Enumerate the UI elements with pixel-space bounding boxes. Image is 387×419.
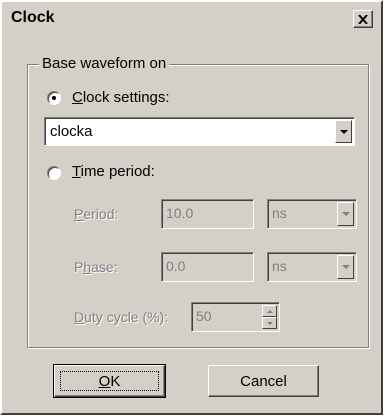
period-value: 10.0: [166, 205, 194, 221]
ok-button[interactable]: OK: [53, 364, 166, 398]
cancel-button[interactable]: Cancel: [208, 365, 319, 397]
phase-value: 0.0: [166, 258, 186, 274]
spin-up-button[interactable]: [262, 305, 277, 317]
period-input[interactable]: 10.0: [161, 199, 254, 229]
phase-unit-value: ns: [272, 258, 287, 274]
clock-select-value: clocka: [50, 123, 93, 140]
phase-input[interactable]: 0.0: [161, 252, 254, 282]
cancel-button-label: Cancel: [240, 372, 287, 390]
clock-settings-radio[interactable]: [47, 91, 61, 105]
phase-unit-dropdown-button[interactable]: [337, 255, 354, 279]
duty-cycle-label: Duty cycle (%):: [74, 309, 169, 325]
chevron-down-icon: [341, 265, 350, 269]
clock-select[interactable]: clocka: [44, 117, 355, 146]
arrow-up-icon: [266, 309, 273, 313]
time-period-radio[interactable]: [47, 166, 61, 180]
phase-label: Phase:: [74, 259, 118, 275]
period-unit-value: ns: [272, 205, 287, 221]
title-bar: Clock: [2, 2, 381, 36]
dialog-title: Clock: [11, 9, 55, 26]
group-label: Base waveform on: [39, 55, 170, 72]
spin-down-button[interactable]: [262, 317, 277, 329]
period-label: Period:: [74, 206, 119, 222]
chevron-down-icon: [339, 129, 348, 134]
period-unit-select[interactable]: ns: [267, 199, 357, 229]
chevron-down-icon: [341, 212, 350, 216]
duty-cycle-value: 50: [196, 308, 212, 324]
period-unit-dropdown-button[interactable]: [337, 202, 354, 226]
clock-settings-label[interactable]: Clock settings:: [72, 89, 170, 106]
close-button[interactable]: [353, 10, 373, 28]
focus-rectangle: [60, 371, 159, 391]
duty-cycle-stepper[interactable]: 50: [191, 302, 280, 332]
radio-selected-dot: [52, 96, 56, 100]
duty-cycle-spinner: [262, 305, 277, 329]
arrow-down-icon: [266, 321, 273, 325]
close-icon: [358, 14, 368, 24]
phase-unit-select[interactable]: ns: [267, 252, 357, 282]
time-period-label[interactable]: Time period:: [72, 163, 155, 180]
clock-select-dropdown-button[interactable]: [335, 120, 352, 143]
